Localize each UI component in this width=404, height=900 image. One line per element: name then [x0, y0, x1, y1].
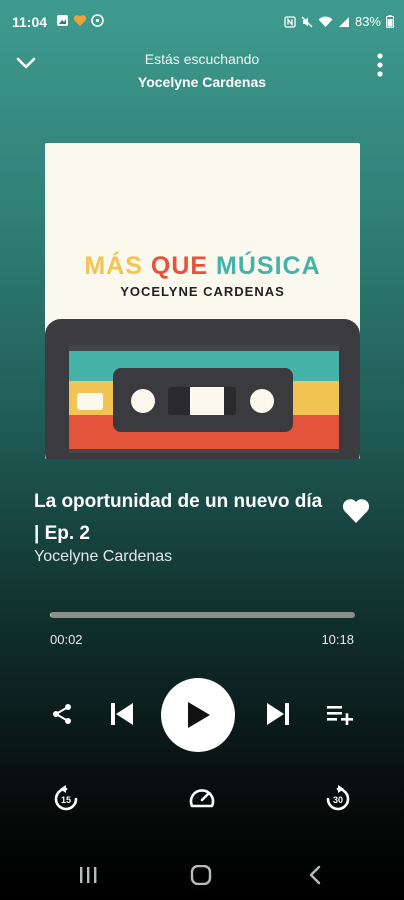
- cover-title-word-2: QUE: [150, 252, 209, 280]
- header-title: Yocelyne Cardenas: [137, 74, 267, 90]
- skip-next-icon: [267, 703, 289, 725]
- cover-artist: YOCELYNE CARDENAS: [120, 284, 285, 299]
- rewind-label: 15: [61, 795, 71, 805]
- play-button[interactable]: [161, 678, 235, 752]
- status-left-icons: [56, 14, 104, 30]
- next-button[interactable]: [262, 698, 294, 730]
- status-bar: 11:04 83%: [0, 0, 404, 40]
- playlist-add-icon: [327, 706, 353, 725]
- cassette-illustration: [45, 319, 360, 459]
- forward-label: 30: [333, 795, 343, 805]
- gallery-icon: [56, 14, 69, 30]
- like-button[interactable]: [341, 497, 371, 527]
- share-button[interactable]: [48, 700, 76, 728]
- cover-title-word-1: MÁS: [84, 252, 143, 280]
- signal-icon: [338, 16, 350, 28]
- status-time: 11:04: [12, 14, 48, 30]
- wifi-icon: [318, 16, 333, 28]
- home-button[interactable]: [187, 863, 215, 887]
- progress-fill: [50, 612, 51, 618]
- cover-title: MÁS QUE MÚSICA: [45, 252, 360, 281]
- playback-speed-button[interactable]: [186, 783, 218, 815]
- rewind-15-button[interactable]: 15: [50, 783, 82, 815]
- track-artist: Yocelyne Cardenas: [34, 548, 173, 565]
- battery-text: 83%: [354, 14, 381, 29]
- player-header: Estás escuchando Yocelyne Cardenas: [0, 40, 404, 100]
- forward-30-icon: 30: [326, 785, 350, 811]
- nfc-icon: [284, 15, 296, 28]
- share-icon: [53, 704, 71, 724]
- back-button[interactable]: [301, 863, 329, 887]
- more-options-button[interactable]: [368, 48, 392, 82]
- time-elapsed: 00:02: [50, 632, 83, 647]
- more-vertical-icon: [377, 53, 383, 77]
- recent-apps-icon: [80, 867, 97, 883]
- battery-icon: [386, 15, 394, 28]
- rewind-15-icon: 15: [54, 785, 78, 811]
- status-right: 83%: [284, 14, 394, 29]
- cover-art: MÁS QUE MÚSICA YOCELYNE CARDENAS: [45, 143, 360, 459]
- forward-30-button[interactable]: 30: [322, 783, 354, 815]
- speedometer-icon: [189, 789, 215, 808]
- game-icon: [91, 14, 104, 30]
- heart-app-icon: [73, 14, 87, 30]
- skip-previous-icon: [111, 703, 133, 725]
- add-to-queue-button[interactable]: [324, 700, 356, 728]
- time-total: 10:18: [321, 632, 354, 647]
- now-listening-label: Estás escuchando: [144, 51, 260, 67]
- system-nav-bar: [0, 850, 404, 900]
- mute-icon: [301, 16, 313, 28]
- home-icon: [190, 865, 212, 885]
- recent-apps-button[interactable]: [74, 863, 102, 887]
- track-title: La oportunidad de un nuevo día | Ep. 2: [34, 491, 323, 544]
- progress-bar[interactable]: [50, 612, 355, 618]
- heart-icon: [342, 499, 370, 523]
- previous-button[interactable]: [106, 698, 138, 730]
- cover-title-word-3: MÚSICA: [216, 252, 321, 280]
- back-icon: [309, 865, 321, 885]
- play-icon: [188, 702, 210, 728]
